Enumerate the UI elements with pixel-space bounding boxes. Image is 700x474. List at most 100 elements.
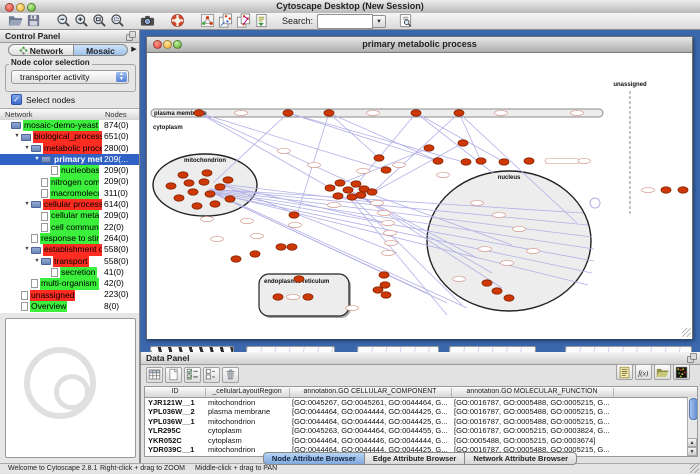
tree-row[interactable]: response to stimulus264(0) <box>0 233 139 244</box>
float-data-panel-icon[interactable] <box>687 353 697 363</box>
network-node[interactable] <box>381 292 391 298</box>
network-node[interactable] <box>194 110 204 116</box>
column-header[interactable]: _cellularLayoutRegion <box>205 388 290 397</box>
expand-arrow-icon[interactable]: ▼ <box>33 154 41 165</box>
view-zoom-icon[interactable] <box>173 40 182 49</box>
network-node[interactable] <box>287 244 297 250</box>
network-node[interactable] <box>524 158 534 164</box>
tree-row[interactable]: ▼cellular process614(0) <box>0 199 139 210</box>
search-input[interactable] <box>317 14 373 29</box>
network-node[interactable] <box>499 159 509 165</box>
app-resize-grip[interactable] <box>690 464 699 473</box>
zoom-out-icon[interactable] <box>56 13 72 29</box>
select-attributes-icon[interactable] <box>184 367 201 383</box>
network-node[interactable] <box>188 189 198 195</box>
expand-arrow-icon[interactable]: ▼ <box>13 131 21 142</box>
table-row[interactable]: YKR052Ccytoplasm[GO:0044464, GO:0044446,… <box>145 436 697 445</box>
network-node[interactable] <box>184 180 194 186</box>
matrix-icon[interactable] <box>673 364 690 380</box>
unselect-attributes-icon[interactable] <box>203 367 220 383</box>
dropdown-stepper-icon[interactable]: ▲▼ <box>116 72 127 82</box>
expand-arrow-icon[interactable]: ▼ <box>23 199 31 210</box>
table-row[interactable]: YJR121W__1mitochondrion[GO:0045267, GO:0… <box>145 398 697 407</box>
network-node[interactable] <box>454 110 464 116</box>
column-header[interactable]: annotation.GO CELLULAR_COMPONENT <box>289 388 452 397</box>
network-node[interactable] <box>424 145 434 151</box>
float-panel-icon[interactable] <box>126 31 136 41</box>
network-node[interactable] <box>367 189 377 195</box>
network-node[interactable] <box>458 140 468 146</box>
network-node[interactable] <box>343 187 353 193</box>
scrollbar-thumb[interactable] <box>689 398 698 420</box>
network-node[interactable] <box>661 187 671 193</box>
network-node[interactable] <box>324 110 334 116</box>
table-row[interactable]: YPL036W__1mitochondrion[GO:0044464, GO:0… <box>145 417 697 426</box>
advanced-search-icon[interactable] <box>398 13 414 29</box>
tree-row[interactable]: ▼transport558(0) <box>0 256 139 267</box>
network-node[interactable] <box>303 294 313 300</box>
zoom-region-icon[interactable] <box>110 13 126 29</box>
open-file-icon[interactable] <box>8 13 24 29</box>
tree-row[interactable]: cell communication22(0) <box>0 222 139 233</box>
new-network-all-edges-icon[interactable] <box>236 13 252 29</box>
tab-overflow-arrow-icon[interactable]: ▶ <box>129 44 139 56</box>
zoom-fit-icon[interactable] <box>92 13 108 29</box>
camera-snapshot-icon[interactable] <box>140 13 156 29</box>
network-node[interactable] <box>205 191 215 197</box>
tree-row[interactable]: ▼primary metabolic process209(... <box>0 154 139 165</box>
edge[interactable] <box>352 113 416 190</box>
network-node[interactable] <box>333 193 343 199</box>
table-scrollbar[interactable]: ▲ ▼ <box>687 397 697 456</box>
attribute-table-icon[interactable] <box>146 367 163 383</box>
network-node[interactable] <box>476 158 486 164</box>
attribute-table-header[interactable]: ID_cellularLayoutRegionannotation.GO CEL… <box>145 387 697 398</box>
tab-network[interactable]: Network <box>8 44 74 56</box>
network-node[interactable] <box>504 295 514 301</box>
scroll-up-icon[interactable]: ▲ <box>687 438 697 447</box>
network-node[interactable] <box>174 195 184 201</box>
tree-row[interactable]: ▼establishment of localization558(0) <box>0 244 139 255</box>
network-node[interactable] <box>166 183 176 189</box>
tree-row[interactable]: mosaic-demo-yeast874(0) <box>0 120 139 131</box>
zoom-in-icon[interactable] <box>74 13 90 29</box>
edge[interactable] <box>329 113 438 161</box>
tree-row[interactable]: ▼biological_process651(0) <box>0 131 139 142</box>
search-dropdown-icon[interactable]: ▼ <box>373 15 386 28</box>
close-window-icon[interactable] <box>5 3 14 12</box>
expand-arrow-icon[interactable]: ▼ <box>23 244 31 255</box>
minimize-window-icon[interactable] <box>16 3 25 12</box>
view-resize-grip[interactable] <box>682 328 691 337</box>
network-node[interactable] <box>461 159 471 165</box>
attribute-table[interactable]: ID_cellularLayoutRegionannotation.GO CEL… <box>144 386 698 457</box>
network-node[interactable] <box>351 181 361 187</box>
self-loop-edge[interactable] <box>590 198 600 208</box>
save-icon[interactable] <box>26 13 42 29</box>
view-close-icon[interactable] <box>153 40 162 49</box>
tree-row[interactable]: nucleobase-containing209(0) <box>0 165 139 176</box>
attr-tab-network[interactable]: Network Attribute Browser <box>465 452 577 465</box>
window-titlebar[interactable]: Cytoscape Desktop (New Session) <box>0 0 700 14</box>
network-overview-icon[interactable] <box>200 13 216 29</box>
network-node[interactable] <box>492 288 502 294</box>
network-node[interactable] <box>356 192 366 198</box>
network-node[interactable] <box>374 155 384 161</box>
edge[interactable] <box>288 113 438 161</box>
view-minimize-icon[interactable] <box>163 40 172 49</box>
network-node[interactable] <box>379 272 389 278</box>
tree-row[interactable]: nitrogen compound209(0) <box>0 176 139 187</box>
network-node[interactable] <box>482 280 492 286</box>
tree-row[interactable]: unassigned223(0) <box>0 289 139 300</box>
network-node[interactable] <box>678 187 688 193</box>
column-header[interactable]: ID <box>145 388 206 397</box>
network-node[interactable] <box>192 203 202 209</box>
help-lifering-icon[interactable] <box>170 13 186 29</box>
expand-arrow-icon[interactable]: ▼ <box>33 256 41 267</box>
network-node[interactable] <box>223 177 233 183</box>
network-node[interactable] <box>411 110 421 116</box>
delete-attribute-icon[interactable] <box>222 367 239 383</box>
new-attribute-icon[interactable] <box>165 367 182 383</box>
attr-tab-edge[interactable]: Edge Attribute Browser <box>365 452 465 465</box>
network-node[interactable] <box>380 282 390 288</box>
network-node[interactable] <box>294 276 304 282</box>
tree-row[interactable]: multi-organism process42(0) <box>0 278 139 289</box>
